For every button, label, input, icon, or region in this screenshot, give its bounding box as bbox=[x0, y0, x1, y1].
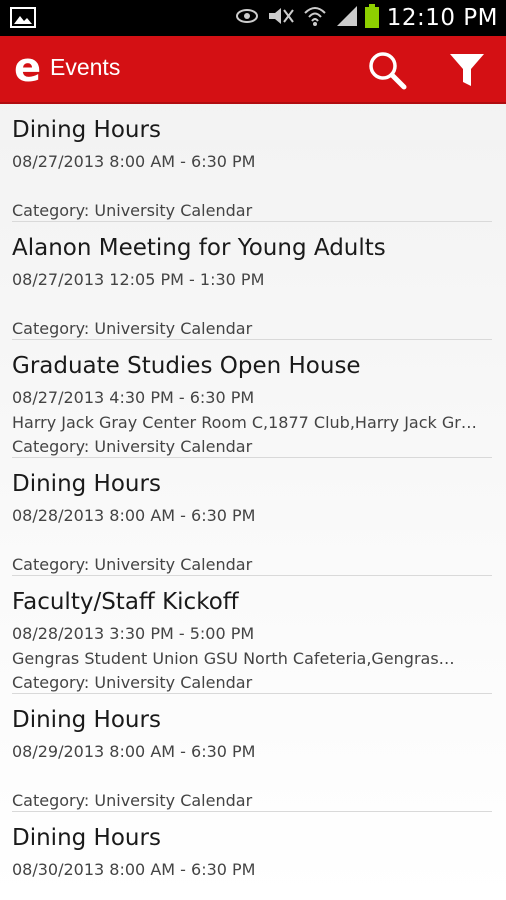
picture-icon bbox=[10, 7, 36, 28]
list-item[interactable]: Alanon Meeting for Young Adults 08/27/20… bbox=[12, 222, 492, 340]
app-logo-icon: e bbox=[14, 45, 42, 91]
event-date: 08/27/2013 4:30 PM - 6:30 PM bbox=[12, 388, 255, 407]
battery-icon bbox=[364, 4, 379, 32]
event-date: 08/29/2013 8:00 AM - 6:30 PM bbox=[12, 742, 256, 761]
event-category: Category: University Calendar bbox=[12, 437, 253, 456]
event-category: Category: University Calendar bbox=[12, 673, 253, 692]
event-date: 08/30/2013 8:00 AM - 6:30 PM bbox=[12, 860, 256, 879]
search-icon[interactable] bbox=[364, 48, 410, 92]
event-category: Category: University Calendar bbox=[12, 319, 253, 338]
event-list: Dining Hours 08/27/2013 8:00 AM - 6:30 P… bbox=[0, 104, 506, 900]
event-date: 08/28/2013 3:30 PM - 5:00 PM bbox=[12, 624, 255, 643]
mute-icon bbox=[267, 6, 295, 30]
event-date: 08/28/2013 8:00 AM - 6:30 PM bbox=[12, 506, 256, 525]
event-title: Dining Hours bbox=[12, 471, 161, 497]
event-category: Category: University Calendar bbox=[12, 201, 253, 220]
event-location: Gengras Student Union GSU North Cafeteri… bbox=[12, 649, 455, 668]
event-date: 08/27/2013 8:00 AM - 6:30 PM bbox=[12, 152, 256, 171]
list-item[interactable]: Dining Hours 08/29/2013 8:00 AM - 6:30 P… bbox=[12, 694, 492, 812]
list-item[interactable]: Dining Hours 08/30/2013 8:00 AM - 6:30 P… bbox=[12, 812, 492, 900]
list-item[interactable]: Graduate Studies Open House 08/27/2013 4… bbox=[12, 340, 492, 458]
list-item[interactable]: Dining Hours 08/28/2013 8:00 AM - 6:30 P… bbox=[12, 458, 492, 576]
signal-icon bbox=[335, 6, 357, 30]
status-bar: 12:10 PM bbox=[0, 0, 506, 36]
event-date: 08/27/2013 12:05 PM - 1:30 PM bbox=[12, 270, 265, 289]
list-item[interactable]: Dining Hours 08/27/2013 8:00 AM - 6:30 P… bbox=[12, 104, 492, 222]
event-title: Faculty/Staff Kickoff bbox=[12, 589, 239, 615]
event-title: Dining Hours bbox=[12, 825, 161, 851]
clock: 12:10 PM bbox=[386, 5, 498, 31]
wifi-icon bbox=[303, 5, 327, 31]
event-category: Category: University Calendar bbox=[12, 791, 253, 810]
status-icons: 12:10 PM bbox=[235, 0, 498, 36]
event-location: Harry Jack Gray Center Room C,1877 Club,… bbox=[12, 413, 477, 432]
eye-icon bbox=[235, 8, 259, 28]
event-title: Dining Hours bbox=[12, 117, 161, 143]
event-title: Graduate Studies Open House bbox=[12, 353, 361, 379]
list-item[interactable]: Faculty/Staff Kickoff 08/28/2013 3:30 PM… bbox=[12, 576, 492, 694]
page-title: Events bbox=[50, 54, 121, 80]
event-title: Alanon Meeting for Young Adults bbox=[12, 235, 386, 261]
event-title: Dining Hours bbox=[12, 707, 161, 733]
action-bar: e Events bbox=[0, 36, 506, 104]
event-category: Category: University Calendar bbox=[12, 555, 253, 574]
filter-icon[interactable] bbox=[444, 48, 490, 92]
